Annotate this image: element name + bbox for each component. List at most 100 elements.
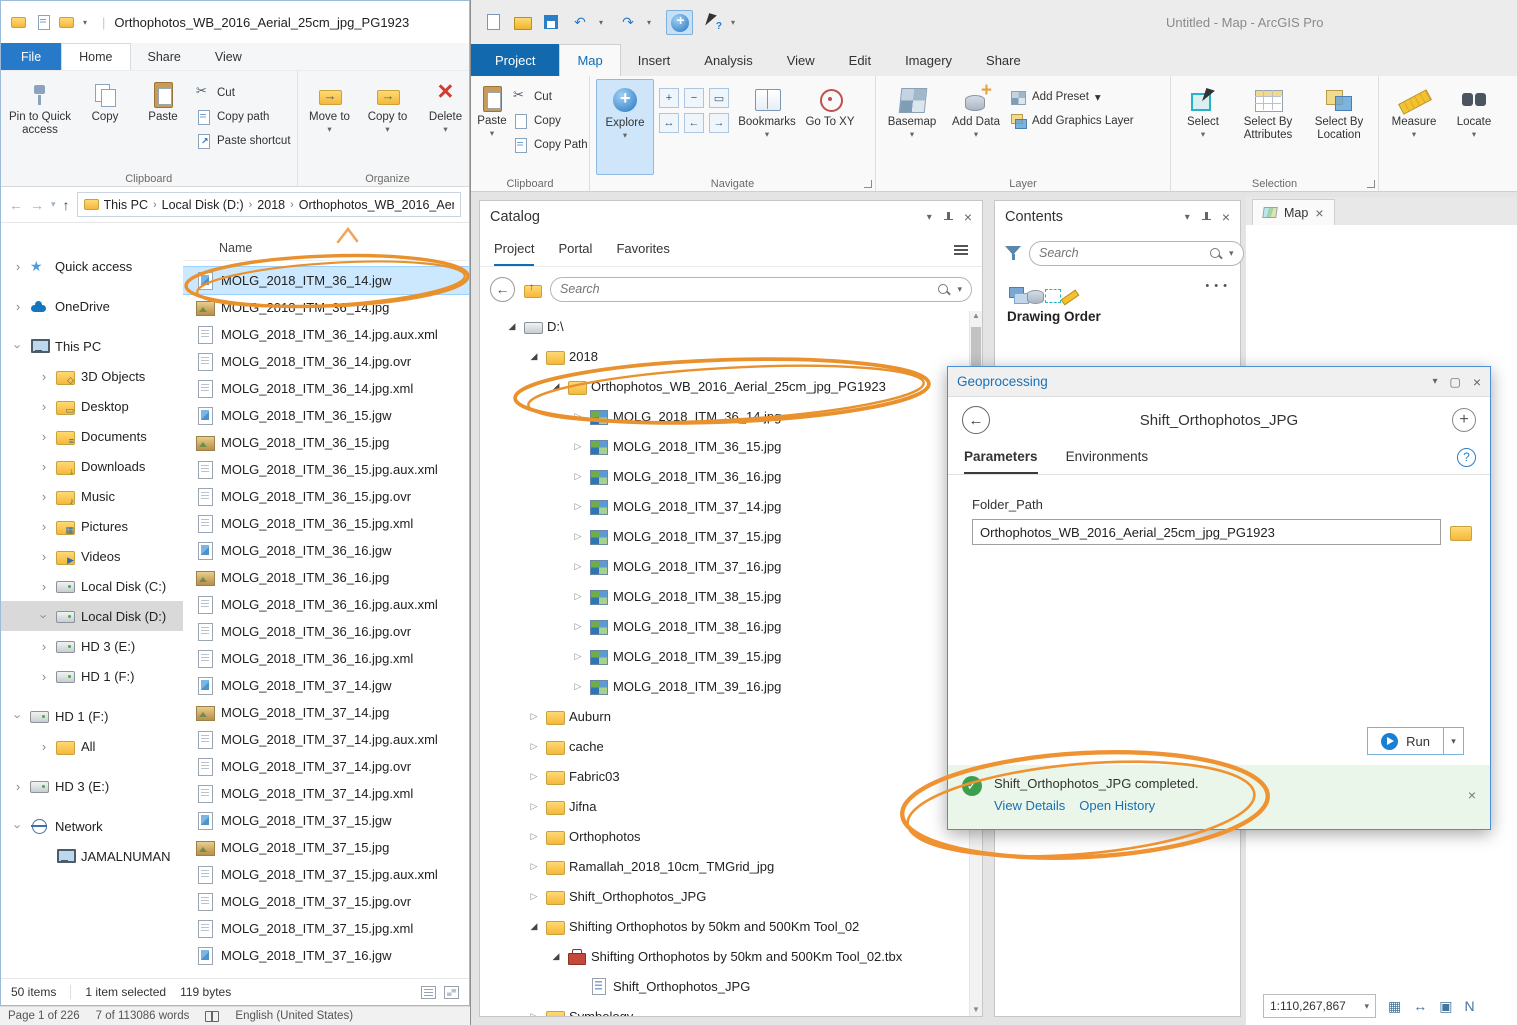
file-row[interactable]: MOLG_2018_ITM_36_16.jpg.aux.xml <box>183 591 469 618</box>
tree-expander-icon[interactable] <box>550 381 562 392</box>
catalog-tree-item[interactable]: Auburn <box>480 701 969 731</box>
undo-dropdown[interactable]: ▾ <box>599 18 609 27</box>
recent-locations-dropdown[interactable]: ▾ <box>51 199 56 210</box>
qat-customize-dropdown-arcgis[interactable]: ▾ <box>731 18 741 27</box>
expander-chevron-icon[interactable] <box>13 339 23 354</box>
arcgis-ribbon-tab[interactable]: Map <box>559 44 621 76</box>
zoom-out-icon[interactable]: − <box>684 88 704 108</box>
completion-link[interactable]: View Details <box>994 798 1065 813</box>
expander-chevron-icon[interactable] <box>13 709 23 724</box>
map-tab-close-icon[interactable]: × <box>1315 205 1323 221</box>
north-arrow-icon[interactable]: N <box>1464 998 1474 1014</box>
tree-expander-icon[interactable] <box>528 351 540 362</box>
contents-pin-icon[interactable] <box>1200 211 1212 224</box>
move-to-button[interactable]: Move to ▾ <box>304 75 356 170</box>
copy-path-button[interactable]: Copy path <box>195 109 291 125</box>
forward-icon[interactable]: → <box>30 197 44 213</box>
explorer-menu-tab[interactable]: Share <box>131 43 198 70</box>
geoprocessing-header[interactable]: Geoprocessing ▾ ▢ × <box>948 367 1490 397</box>
catalog-tree-item[interactable]: Fabric03 <box>480 761 969 791</box>
arcgis-ribbon-tab[interactable]: Analysis <box>687 44 769 76</box>
expander-chevron-icon[interactable] <box>39 639 49 654</box>
explorer-menu-tab[interactable]: View <box>198 43 259 70</box>
file-row[interactable]: MOLG_2018_ITM_37_15.jpg.ovr <box>183 888 469 915</box>
expander-chevron-icon[interactable] <box>13 259 23 274</box>
explorer-menu-tab[interactable]: Home <box>61 43 131 70</box>
tree-expander-icon[interactable] <box>572 681 584 692</box>
file-row[interactable]: MOLG_2018_ITM_36_14.jpg.xml <box>183 375 469 402</box>
snapping-toggle-icon[interactable]: ▣ <box>1439 998 1452 1015</box>
sidebar-item[interactable]: JAMALNUMAN <box>1 841 183 871</box>
word-language-indicator[interactable]: English (United States) <box>235 1010 353 1022</box>
expander-chevron-icon[interactable] <box>39 459 49 474</box>
catalog-tree-item[interactable]: cache <box>480 731 969 761</box>
tree-expander-icon[interactable] <box>528 921 540 932</box>
locate-button[interactable]: Locate ▾ <box>1448 79 1500 175</box>
expander-chevron-icon[interactable] <box>39 669 49 684</box>
browse-folder-icon[interactable] <box>1450 524 1472 541</box>
catalog-tree-item[interactable]: MOLG_2018_ITM_37_16.jpg <box>480 551 969 581</box>
file-row[interactable]: MOLG_2018_ITM_37_15.jpg.aux.xml <box>183 861 469 888</box>
tree-expander-icon[interactable] <box>528 771 540 782</box>
tree-expander-icon[interactable] <box>572 621 584 632</box>
contents-search-dropdown[interactable]: ▾ <box>1229 248 1234 259</box>
contents-dropdown-icon[interactable]: ▾ <box>1185 212 1190 223</box>
zoom-full-extent-icon[interactable]: + <box>659 88 679 108</box>
sidebar-item[interactable]: Videos <box>1 541 183 571</box>
catalog-tree-item[interactable]: MOLG_2018_ITM_38_16.jpg <box>480 611 969 641</box>
catalog-tree-item[interactable]: MOLG_2018_ITM_36_15.jpg <box>480 431 969 461</box>
sidebar-item[interactable]: OneDrive <box>1 291 183 321</box>
redo-dropdown[interactable]: ▾ <box>647 18 657 27</box>
catalog-tree-item[interactable]: Shifting Orthophotos by 50km and 500Km T… <box>480 941 969 971</box>
file-row[interactable]: MOLG_2018_ITM_37_14.jpg.xml <box>183 780 469 807</box>
catalog-tree-item[interactable]: Shifting Orthophotos by 50km and 500Km T… <box>480 911 969 941</box>
file-row[interactable]: MOLG_2018_ITM_37_15.jpg <box>183 834 469 861</box>
save-project-icon[interactable] <box>541 12 561 32</box>
sidebar-item[interactable]: HD 1 (F:) <box>1 701 183 731</box>
catalog-tab[interactable]: Portal <box>558 233 592 266</box>
catalog-tree-item[interactable]: MOLG_2018_ITM_36_16.jpg <box>480 461 969 491</box>
sidebar-item[interactable]: Local Disk (D:) <box>1 601 183 631</box>
sidebar-item[interactable]: Documents <box>1 421 183 451</box>
arcgis-copy-path-button[interactable]: Copy Path <box>512 137 588 153</box>
expander-chevron-icon[interactable] <box>13 819 23 834</box>
expander-chevron-icon[interactable] <box>39 399 49 414</box>
file-row[interactable]: MOLG_2018_ITM_37_15.jgw <box>183 807 469 834</box>
breadcrumb-item[interactable]: This PC › <box>104 198 157 212</box>
file-row[interactable]: MOLG_2018_ITM_36_15.jpg.ovr <box>183 483 469 510</box>
breadcrumb-item[interactable]: Local Disk (D:) › <box>162 198 253 212</box>
selection-dialog-launcher-icon[interactable] <box>1367 180 1375 188</box>
word-page-indicator[interactable]: Page 1 of 226 <box>8 1010 80 1022</box>
catalog-tree-item[interactable]: Shift_Orthophotos_JPG <box>480 971 969 1001</box>
explore-button[interactable]: Explore ▾ <box>596 79 654 175</box>
sidebar-item[interactable]: 3D Objects <box>1 361 183 391</box>
contents-search-box[interactable]: ▾ <box>1029 240 1244 266</box>
arcgis-ribbon-tab[interactable]: Insert <box>621 44 688 76</box>
proofing-icon[interactable] <box>205 1010 220 1022</box>
catalog-tree-item[interactable]: Orthophotos_WB_2016_Aerial_25cm_jpg_PG19… <box>480 371 969 401</box>
sidebar-item[interactable]: HD 1 (F:) <box>1 661 183 691</box>
catalog-tree-item[interactable]: MOLG_2018_ITM_39_16.jpg <box>480 671 969 701</box>
expander-chevron-icon[interactable] <box>13 779 23 794</box>
file-row[interactable]: MOLG_2018_ITM_37_14.jpg.ovr <box>183 753 469 780</box>
tree-expander-icon[interactable] <box>528 1011 540 1017</box>
file-row[interactable]: MOLG_2018_ITM_37_15.jpg.xml <box>183 915 469 942</box>
arcgis-copy-button[interactable]: Copy <box>512 113 588 129</box>
catalog-tree-item[interactable]: Orthophotos <box>480 821 969 851</box>
arcgis-cut-button[interactable]: Cut <box>512 87 588 105</box>
file-row[interactable]: MOLG_2018_ITM_36_14.jpg <box>183 294 469 321</box>
catalog-tree-item[interactable]: Symbology <box>480 1001 969 1016</box>
geoprocessing-close-icon[interactable]: × <box>1473 374 1481 390</box>
breadcrumb-item[interactable]: 2018 › <box>257 198 293 212</box>
navigate-dialog-launcher-icon[interactable] <box>864 180 872 188</box>
map-scale-select[interactable]: 1:110,267,867 ▾ <box>1263 994 1376 1018</box>
select-button[interactable]: Select ▾ <box>1177 79 1229 175</box>
file-row[interactable]: MOLG_2018_ITM_36_16.jpg.ovr <box>183 618 469 645</box>
breadcrumb[interactable]: This PC › Local Disk (D:) › 2018 › Ortho… <box>76 192 461 217</box>
arcgis-ribbon-tab[interactable]: Edit <box>832 44 888 76</box>
expander-chevron-icon[interactable] <box>39 369 49 384</box>
up-icon[interactable]: ↑ <box>63 197 70 213</box>
catalog-close-icon[interactable]: × <box>964 209 972 225</box>
catalog-dropdown-icon[interactable]: ▾ <box>927 212 932 223</box>
expander-chevron-icon[interactable] <box>39 609 49 624</box>
